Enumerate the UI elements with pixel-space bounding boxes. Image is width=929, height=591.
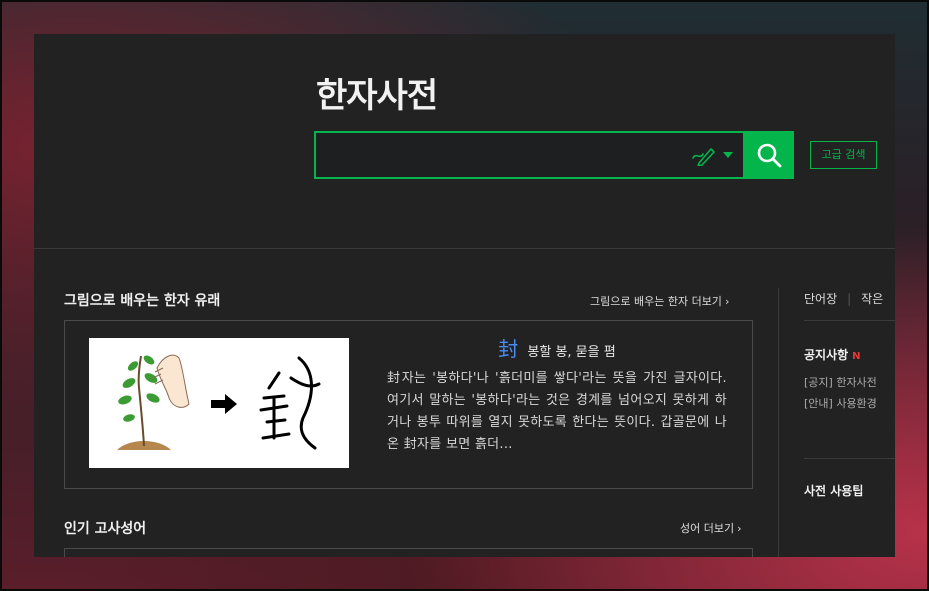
- notice-title-label: 공지사항: [804, 348, 849, 362]
- picture-more-label: 그림으로 배우는 한자 더보기: [590, 295, 722, 308]
- section-title-picture: 그림으로 배우는 한자 유래: [64, 293, 221, 309]
- origin-illustration: [89, 338, 349, 468]
- section-title-idiom: 인기 고사성어: [64, 521, 147, 537]
- divider: [804, 320, 895, 321]
- idiom-card: [64, 548, 753, 557]
- main-content: 그림으로 배우는 한자 유래 그림으로 배우는 한자 더보기 › 封 봉할 봉,…: [34, 250, 895, 557]
- tips-title[interactable]: 사전 사용팁: [804, 482, 863, 499]
- column-divider: [778, 288, 779, 557]
- tab-small[interactable]: 작은: [861, 292, 883, 306]
- notice-item[interactable]: [안내] 사용환경: [804, 395, 877, 411]
- divider: [804, 458, 895, 459]
- new-badge: N: [852, 351, 861, 362]
- search-button[interactable]: [744, 131, 794, 179]
- advanced-search-button[interactable]: 고급 검색: [810, 141, 877, 169]
- chevron-right-icon: ›: [724, 295, 730, 308]
- tab-wordbook[interactable]: 단어장: [804, 292, 837, 306]
- hanja-heading: 封 봉할 봉, 묻을 폄: [387, 333, 727, 362]
- hanja-character[interactable]: 封: [498, 337, 518, 361]
- idiom-more-label: 성어 더보기: [680, 522, 735, 535]
- notice-title[interactable]: 공지사항 N: [804, 346, 861, 363]
- search-box: [314, 131, 745, 179]
- chevron-down-icon[interactable]: [723, 152, 733, 158]
- sidebar-tabs: 단어장 | 작은: [804, 292, 884, 306]
- search-icon: [757, 143, 782, 168]
- picture-more-link[interactable]: 그림으로 배우는 한자 더보기 ›: [590, 293, 729, 309]
- search-input[interactable]: [316, 133, 676, 177]
- hanja-origin-card[interactable]: 封 봉할 봉, 묻을 폄 封자는 '봉하다'나 '흙더미를 쌓다'라는 뜻을 가…: [64, 320, 753, 489]
- dictionary-panel: 한자사전 고급 검색 그림으로 배우는 한자 유래 그림으로 배우는 한자 더보…: [34, 34, 895, 557]
- card-text: 封 봉할 봉, 묻을 폄 封자는 '봉하다'나 '흙더미를 쌓다'라는 뜻을 가…: [387, 333, 727, 456]
- hanja-meaning: 봉할 봉, 묻을 폄: [527, 345, 616, 360]
- idiom-more-link[interactable]: 성어 더보기 ›: [680, 520, 742, 536]
- hanja-description: 封자는 '봉하다'나 '흙더미를 쌓다'라는 뜻을 가진 글자이다. 여기서 말…: [387, 371, 727, 452]
- header: 한자사전 고급 검색: [34, 34, 895, 249]
- notice-item[interactable]: [공지] 한자사전: [804, 374, 877, 390]
- chevron-right-icon: ›: [737, 522, 742, 535]
- page-title: 한자사전: [316, 76, 438, 116]
- handwriting-pen-icon[interactable]: [690, 144, 716, 167]
